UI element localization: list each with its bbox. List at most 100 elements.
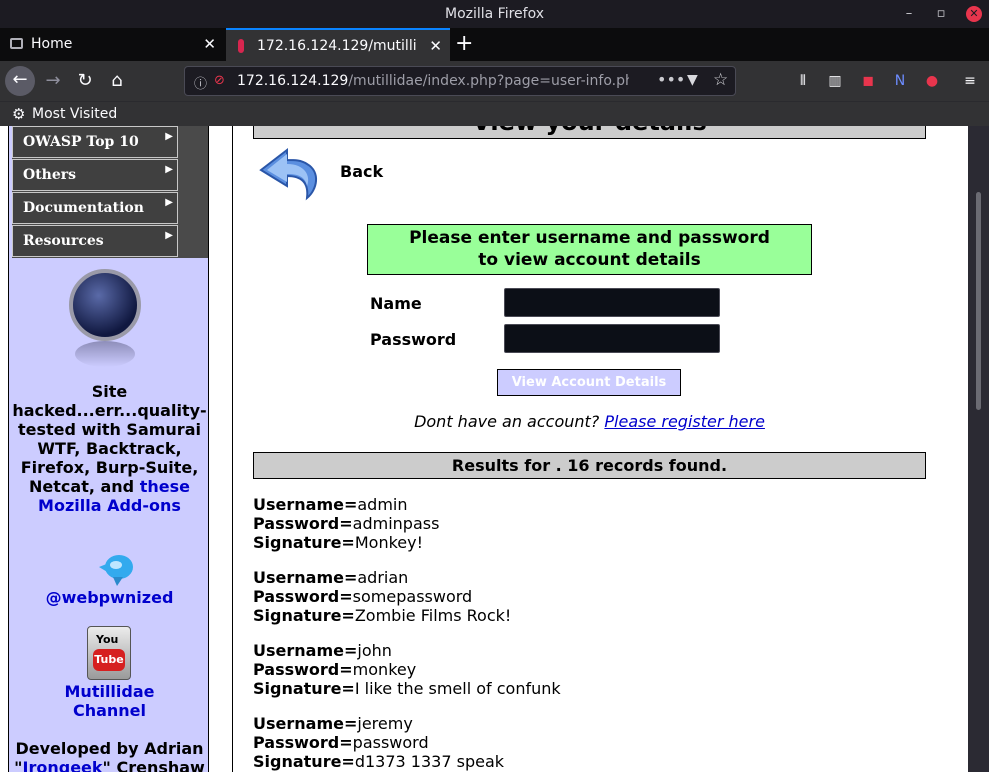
owasp-logo-reflection: [75, 341, 135, 367]
page-content: OWASP Top 10 ▶ Others ▶ Documentation ▶ …: [0, 126, 989, 772]
username-value: adrian: [357, 568, 409, 587]
minimize-icon[interactable]: –: [900, 5, 918, 23]
username-value: admin: [357, 495, 408, 514]
password-value: monkey: [352, 660, 417, 679]
username-label: Username=: [253, 714, 358, 733]
developer-quote-open: ": [14, 758, 23, 772]
results-header: Results for . 16 records found.: [253, 452, 926, 479]
developer-suffix: " Crenshaw: [102, 758, 205, 772]
restore-icon[interactable]: ▫: [932, 5, 950, 23]
irongeek-link[interactable]: Irongeek: [23, 758, 103, 772]
mutillidae-favicon-icon: [238, 39, 244, 53]
url-text[interactable]: 172.16.124.129/mutillidae/index.php?page…: [237, 73, 629, 89]
sidebar-item-resources[interactable]: Resources ▶: [12, 225, 178, 257]
library-icon[interactable]: ⫴: [794, 72, 812, 90]
sidebar-item-others[interactable]: Others ▶: [12, 159, 178, 191]
url-bar[interactable]: ⓘ ⊘ 172.16.124.129/mutillidae/index.php?…: [184, 66, 736, 96]
list-item: Username=adrian Password=somepassword Si…: [253, 568, 511, 625]
window-titlebar: Mozilla Firefox – ▫ ✕: [0, 0, 989, 28]
owasp-logo-icon[interactable]: [69, 269, 141, 341]
chevron-right-icon: ▶: [165, 164, 173, 175]
youtube-channel-link[interactable]: Mutillidae Channel: [65, 682, 155, 720]
twitter-handle[interactable]: @webpwnized: [9, 588, 210, 607]
sidebar-item-label: Documentation: [23, 200, 144, 216]
sidebar-frame: OWASP Top 10 ▶ Others ▶ Documentation ▶ …: [8, 126, 209, 772]
scrollbar-thumb[interactable]: [976, 192, 981, 410]
tab-close-icon[interactable]: ✕: [203, 35, 216, 53]
tab-mutillidae-label: 172.16.124.129/mutillidae: [257, 38, 417, 54]
login-prompt: Please enter username and password to vi…: [367, 224, 812, 275]
navigation-toolbar: ← → ↻ ⌂ ⓘ ⊘ 172.16.124.129/mutillidae/in…: [0, 61, 989, 101]
back-arrow-icon[interactable]: ←: [5, 66, 35, 96]
name-field[interactable]: [504, 288, 720, 317]
bookmarks-toolbar: ⚙ Most Visited: [0, 101, 989, 126]
site-info-icon[interactable]: ⓘ: [194, 73, 207, 92]
reload-icon[interactable]: ↻: [71, 67, 99, 95]
bookmark-most-visited[interactable]: Most Visited: [32, 106, 117, 122]
youtube-channel[interactable]: Mutillidae Channel: [9, 682, 210, 720]
hamburger-menu-icon[interactable]: ≡: [961, 72, 979, 90]
password-label: Password=: [253, 587, 353, 606]
tab-home-label: Home: [31, 36, 73, 52]
password-field[interactable]: [504, 324, 720, 353]
signature-value: d1373 1337 speak: [354, 752, 505, 771]
tab-mutillidae[interactable]: 172.16.124.129/mutillidae ✕: [226, 28, 450, 61]
back-icon[interactable]: [257, 146, 323, 206]
chevron-right-icon: ▶: [165, 131, 173, 142]
home-icon[interactable]: ⌂: [103, 67, 131, 95]
sidebar-blurb: Site hacked...err...quality-tested with …: [9, 382, 210, 515]
chevron-right-icon: ▶: [165, 230, 173, 241]
signature-value: I like the smell of confunk: [354, 679, 561, 698]
page-actions-icon[interactable]: •••: [657, 70, 685, 89]
sidebar-item-documentation[interactable]: Documentation ▶: [12, 192, 178, 224]
no-account-text: Dont have an account?: [414, 412, 600, 431]
extension-red-icon[interactable]: ◼: [859, 72, 877, 90]
forward-arrow-icon[interactable]: →: [39, 67, 67, 95]
list-item: Username=john Password=monkey Signature=…: [253, 641, 561, 698]
developer-text: Developed by Adrian: [15, 739, 204, 758]
password-label: Password=: [253, 514, 353, 533]
password-value: adminpass: [352, 514, 440, 533]
youtube-icon[interactable]: You Tube: [87, 626, 131, 680]
developer-credit: Developed by Adrian "Irongeek" Crenshaw: [9, 739, 210, 772]
chevron-right-icon: ▶: [165, 197, 173, 208]
extension-shield-icon[interactable]: ●: [923, 72, 941, 90]
tab-bar: Home ✕ 172.16.124.129/mutillidae ✕ +: [0, 28, 989, 61]
view-account-details-button[interactable]: View Account Details: [497, 369, 681, 396]
page-title: View your details: [254, 126, 925, 136]
sidebar-item-owasp-top-10[interactable]: OWASP Top 10 ▶: [12, 126, 178, 158]
sidebar-item-label: Others: [23, 167, 77, 183]
youtube-icon-bottom: Tube: [93, 649, 125, 671]
home-tab-icon: [10, 38, 23, 49]
password-value: password: [352, 733, 429, 752]
sidebar-toggle-icon[interactable]: ▥: [826, 72, 844, 90]
bookmark-star-icon[interactable]: ☆: [713, 70, 728, 90]
back-link[interactable]: Back: [340, 162, 383, 181]
window-title: Mozilla Firefox: [444, 6, 545, 22]
prompt-line-2: to view account details: [478, 250, 701, 270]
list-item: Username=admin Password=adminpass Signat…: [253, 495, 439, 552]
youtube-icon-top: You: [96, 633, 119, 646]
pocket-icon[interactable]: ▼: [687, 72, 698, 88]
tab-home[interactable]: Home ✕: [0, 28, 224, 61]
name-label: Name: [370, 294, 422, 313]
page-header-bar: View your details: [253, 126, 926, 139]
main-frame: View your details Back Please enter user…: [232, 126, 969, 772]
tab-close-icon[interactable]: ✕: [429, 37, 442, 55]
signature-value: Zombie Films Rock!: [354, 606, 512, 625]
extension-n-icon[interactable]: N: [891, 72, 909, 90]
register-link[interactable]: Please register here: [604, 412, 765, 431]
insecure-lock-icon[interactable]: ⊘: [214, 73, 225, 88]
vertical-scrollbar[interactable]: [968, 126, 989, 772]
username-value: john: [357, 641, 392, 660]
password-label: Password=: [253, 733, 353, 752]
signature-label: Signature=: [253, 533, 355, 552]
prompt-line-1: Please enter username and password: [409, 228, 770, 248]
new-tab-icon[interactable]: +: [455, 31, 473, 56]
username-value: jeremy: [357, 714, 413, 733]
signature-value: Monkey!: [354, 533, 423, 552]
window-close-icon[interactable]: ✕: [966, 6, 982, 22]
twitter-icon[interactable]: [95, 553, 141, 587]
sidebar-item-label: Resources: [23, 233, 104, 249]
twitter-link[interactable]: @webpwnized: [46, 588, 174, 607]
